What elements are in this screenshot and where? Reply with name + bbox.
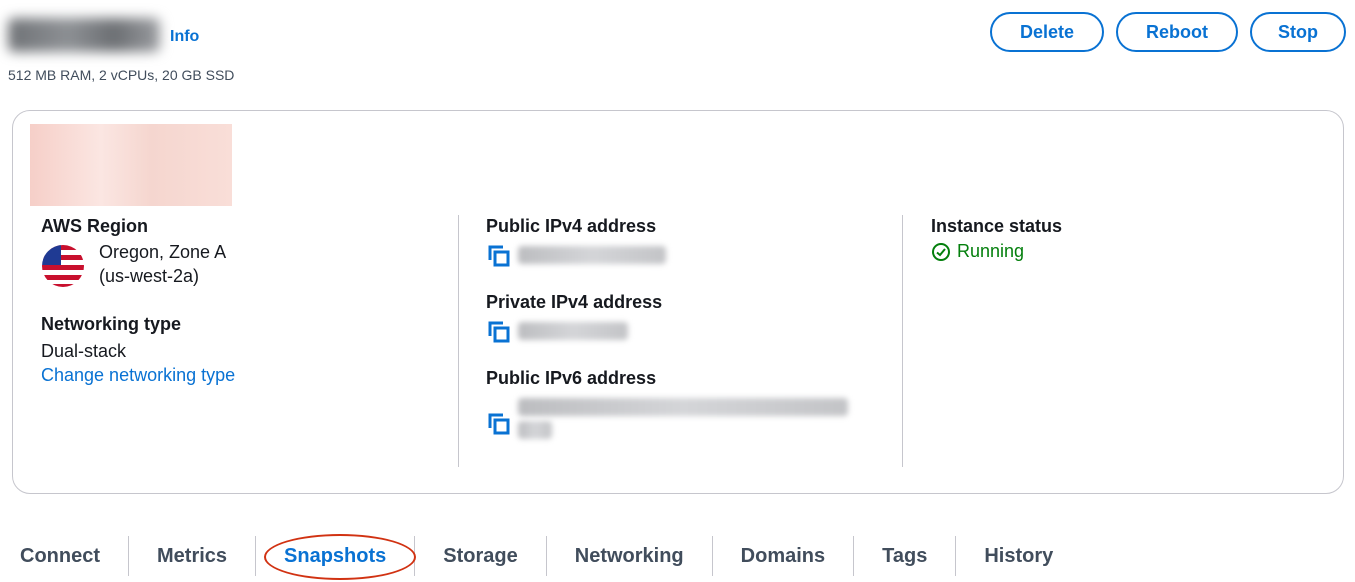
tab-history[interactable]: History xyxy=(956,536,1081,576)
private-ipv4-row xyxy=(486,317,886,345)
instance-name-redacted xyxy=(8,18,160,52)
tab-tags[interactable]: Tags xyxy=(854,536,957,576)
region-info: Oregon, Zone A (us-west-2a) xyxy=(41,240,461,289)
tab-metrics[interactable]: Metrics xyxy=(129,536,257,576)
instance-tabs: Connect Metrics Snapshots Storage Networ… xyxy=(20,534,1081,580)
region-column: AWS Region Oregon, Zone A (us-west-2a) N… xyxy=(41,215,461,386)
private-ipv4-value-redacted xyxy=(518,322,628,340)
public-ipv6-label: Public IPv6 address xyxy=(486,368,657,388)
instance-specs: 512 MB RAM, 2 vCPUs, 20 GB SSD xyxy=(8,67,235,83)
delete-button[interactable]: Delete xyxy=(989,12,1104,52)
copy-icon[interactable] xyxy=(486,243,512,269)
region-code: (us-west-2a) xyxy=(99,266,200,286)
column-divider xyxy=(902,215,903,467)
tab-connect[interactable]: Connect xyxy=(20,536,129,576)
tab-snapshots-label: Snapshots xyxy=(284,545,387,567)
info-link[interactable]: Info xyxy=(170,28,199,46)
ip-addresses-column: Public IPv4 address Private IPv4 address… xyxy=(486,215,886,439)
region-location: Oregon, Zone A xyxy=(99,242,227,262)
networking-type-label: Networking type xyxy=(41,314,182,334)
instance-status-label: Instance status xyxy=(931,216,1063,236)
instance-image-redacted xyxy=(30,124,232,206)
private-ipv4-label: Private IPv4 address xyxy=(486,292,663,312)
tab-snapshots[interactable]: Snapshots xyxy=(256,534,417,580)
copy-icon[interactable] xyxy=(486,411,512,437)
tab-networking[interactable]: Networking xyxy=(547,536,713,576)
public-ipv4-row xyxy=(486,241,886,269)
change-networking-link[interactable]: Change networking type xyxy=(41,365,235,386)
region-label: AWS Region xyxy=(41,216,148,236)
tab-storage[interactable]: Storage xyxy=(415,536,547,576)
status-column: Instance status Running xyxy=(931,215,1311,262)
copy-icon[interactable] xyxy=(486,319,512,345)
check-circle-icon xyxy=(932,242,950,261)
column-divider xyxy=(458,215,459,467)
public-ipv4-value-redacted xyxy=(518,246,666,264)
public-ipv6-row xyxy=(486,393,886,439)
instance-status-value: Running xyxy=(957,241,1025,261)
instance-details-card: AWS Region Oregon, Zone A (us-west-2a) N… xyxy=(12,110,1344,494)
networking-type-value: Dual-stack xyxy=(41,341,127,361)
tab-domains[interactable]: Domains xyxy=(713,536,855,576)
instance-header: Info 512 MB RAM, 2 vCPUs, 20 GB SSD Dele… xyxy=(8,12,1348,92)
us-flag-icon xyxy=(42,245,84,287)
stop-button[interactable]: Stop xyxy=(1250,12,1346,52)
instance-status: Running xyxy=(931,241,1311,262)
public-ipv4-label: Public IPv4 address xyxy=(486,216,657,236)
action-buttons: Delete Reboot Stop xyxy=(989,12,1346,52)
reboot-button[interactable]: Reboot xyxy=(1116,12,1238,52)
public-ipv6-value-redacted xyxy=(518,393,848,439)
